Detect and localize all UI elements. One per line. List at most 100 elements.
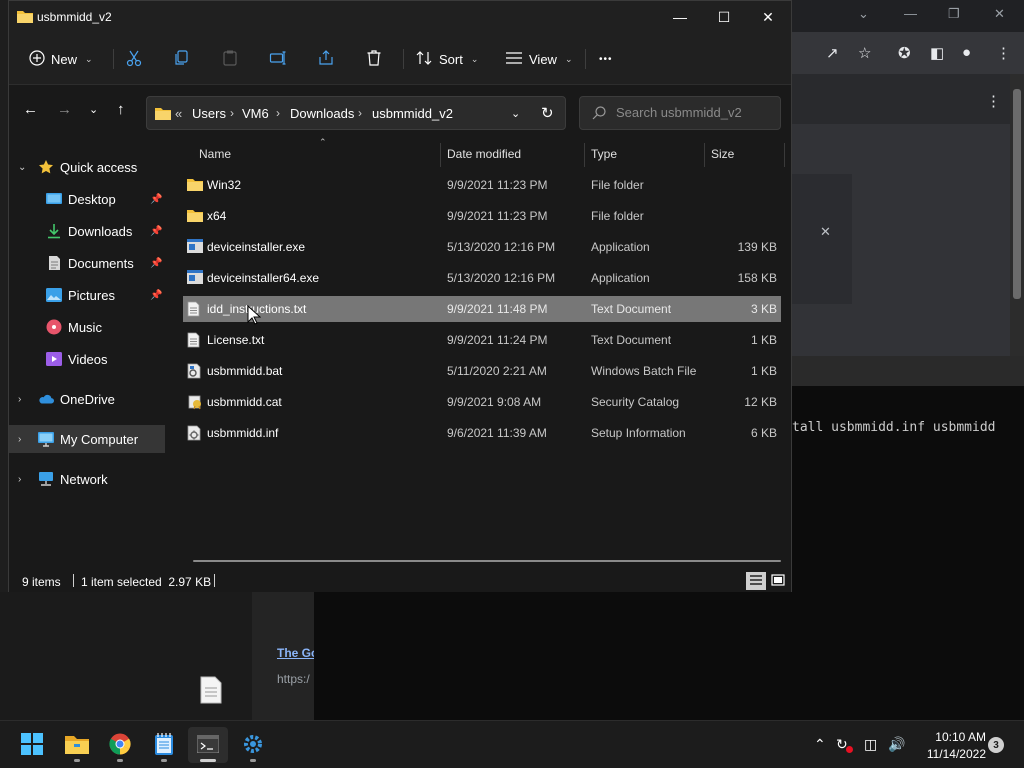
side-panel-icon[interactable]: ◧ (930, 44, 944, 62)
nav-downloads[interactable]: Downloads 📌 (9, 217, 165, 245)
more-options-button[interactable]: ••• (599, 45, 613, 73)
column-header-name[interactable]: Name (199, 147, 231, 161)
taskbar-notepad[interactable] (144, 727, 184, 763)
nav-onedrive[interactable]: › OneDrive (9, 385, 165, 413)
dismiss-close-icon[interactable]: ✕ (820, 224, 831, 240)
column-header-size[interactable]: Size (711, 147, 734, 161)
file-row-selected[interactable]: idd_instructions.txt 9/9/2021 11:48 PM T… (183, 296, 781, 322)
nav-quick-access[interactable]: ⌄ Quick access (9, 153, 165, 181)
start-button[interactable] (12, 727, 52, 763)
file-row[interactable]: usbmmidd.inf 9/6/2021 11:39 AM Setup Inf… (183, 420, 781, 446)
back-arrow-icon[interactable]: ← (23, 101, 38, 118)
breadcrumb-separator-icon: › (276, 106, 280, 120)
recent-locations-chevron-icon[interactable]: ⌄ (89, 103, 98, 116)
nav-desktop[interactable]: Desktop 📌 (9, 185, 165, 213)
taskbar-file-explorer[interactable] (57, 727, 97, 763)
maximize-button[interactable]: ☐ (701, 1, 747, 33)
taskbar-terminal[interactable] (188, 727, 228, 763)
nav-network[interactable]: › Network (9, 465, 165, 493)
paste-button[interactable] (221, 45, 239, 73)
file-name: usbmmidd.inf (207, 426, 279, 440)
view-button[interactable]: View ⌄ (505, 45, 573, 73)
share-button[interactable] (317, 45, 335, 73)
file-size: 3 KB (750, 302, 777, 316)
copy-button[interactable] (173, 45, 191, 73)
up-arrow-icon[interactable]: ↑ (117, 101, 125, 118)
bookmark-star-icon[interactable]: ☆ (858, 44, 871, 62)
file-row[interactable]: x64 9/9/2021 11:23 PM File folder (183, 203, 781, 229)
clock-time[interactable]: 10:10 AM (920, 730, 986, 744)
file-row[interactable]: deviceinstaller64.exe 5/13/2020 12:16 PM… (183, 265, 781, 291)
volume-icon[interactable]: 🔊 (888, 736, 905, 753)
clock-date[interactable]: 11/14/2022 (914, 747, 986, 761)
title-bar[interactable]: usbmmidd_v2 — ☐ ✕ (9, 1, 791, 33)
taskbar-chrome[interactable] (100, 727, 140, 763)
new-button[interactable]: New ⌄ (29, 45, 93, 73)
column-divider[interactable] (704, 143, 705, 167)
file-row[interactable]: Win32 9/9/2021 11:23 PM File folder (183, 172, 781, 198)
status-divider (214, 574, 215, 587)
breadcrumb-overflow[interactable]: « (175, 106, 182, 121)
browser-tab-search-icon[interactable]: ⌄ (858, 6, 869, 22)
page-menu-icon[interactable]: ⋮ (986, 92, 1001, 110)
details-view-button[interactable] (746, 572, 766, 590)
windows-logo-icon (21, 732, 43, 758)
music-icon (46, 319, 62, 335)
breadcrumb-current-folder[interactable]: usbmmidd_v2 (372, 106, 453, 121)
file-row[interactable]: usbmmidd.bat 5/11/2020 2:21 AM Windows B… (183, 358, 781, 384)
setup-info-icon (187, 425, 203, 441)
search-box[interactable] (579, 96, 781, 130)
large-icons-view-button[interactable] (768, 572, 788, 590)
close-button[interactable]: ✕ (745, 1, 791, 33)
profile-icon[interactable]: ● (962, 44, 971, 61)
extensions-puzzle-icon[interactable]: ✪ (898, 44, 911, 62)
background-link[interactable]: The Go (277, 646, 314, 660)
column-divider[interactable] (784, 143, 785, 167)
horizontal-scrollbar[interactable] (193, 560, 781, 562)
browser-scrollbar[interactable] (1010, 74, 1024, 356)
delete-button[interactable] (365, 45, 383, 73)
column-header-date[interactable]: Date modified (447, 147, 521, 161)
exe-icon (187, 270, 203, 286)
nav-pictures[interactable]: Pictures 📌 (9, 281, 165, 309)
nav-videos[interactable]: Videos (9, 345, 165, 373)
search-input[interactable] (616, 105, 776, 120)
breadcrumb-downloads[interactable]: Downloads (290, 106, 354, 121)
browser-restore-icon[interactable]: ❐ (948, 6, 960, 22)
column-header-type[interactable]: Type (591, 147, 617, 161)
file-row[interactable]: License.txt 9/9/2021 11:24 PM Text Docum… (183, 327, 781, 353)
batch-file-icon (187, 363, 203, 379)
file-date: 5/13/2020 12:16 PM (447, 240, 556, 254)
notification-count-badge[interactable]: 3 (988, 737, 1004, 753)
sort-button[interactable]: Sort ⌄ (415, 45, 478, 73)
network-status-icon[interactable]: ◫ (864, 736, 877, 753)
rename-button[interactable] (269, 45, 287, 73)
nav-music[interactable]: Music (9, 313, 165, 341)
tray-overflow-chevron-icon[interactable]: ⌃ (814, 736, 826, 753)
refresh-icon[interactable]: ↻ (541, 104, 554, 122)
share-icon[interactable]: ↗ (826, 44, 839, 62)
browser-close-icon[interactable]: ✕ (994, 6, 1005, 22)
nav-my-computer[interactable]: › My Computer (9, 425, 165, 453)
browser-minimize-icon[interactable]: — (904, 6, 917, 21)
minimize-button[interactable]: — (657, 1, 703, 33)
browser-scrollbar-thumb[interactable] (1013, 89, 1021, 299)
expand-chevron-icon[interactable]: ⌄ (18, 162, 26, 173)
column-divider[interactable] (584, 143, 585, 167)
nav-documents[interactable]: Documents 📌 (9, 249, 165, 277)
file-row[interactable]: usbmmidd.cat 9/9/2021 9:08 AM Security C… (183, 389, 781, 415)
cut-button[interactable] (125, 45, 143, 73)
address-bar[interactable]: « Users › VM6 › Downloads › usbmmidd_v2 … (146, 96, 566, 130)
forward-arrow-icon[interactable]: → (57, 101, 72, 118)
breadcrumb-users[interactable]: Users (192, 106, 226, 121)
expand-chevron-icon[interactable]: › (18, 394, 21, 405)
taskbar-app[interactable] (233, 727, 273, 763)
browser-menu-icon[interactable]: ⋮ (996, 44, 1011, 62)
breadcrumb-vm6[interactable]: VM6 (242, 106, 269, 121)
column-divider[interactable] (440, 143, 441, 167)
expand-chevron-icon[interactable]: › (18, 474, 21, 485)
file-row[interactable]: deviceinstaller.exe 5/13/2020 12:16 PM A… (183, 234, 781, 260)
expand-chevron-icon[interactable]: › (18, 434, 21, 445)
address-history-chevron-icon[interactable]: ⌄ (511, 107, 520, 120)
file-date: 9/9/2021 11:23 PM (447, 178, 548, 192)
